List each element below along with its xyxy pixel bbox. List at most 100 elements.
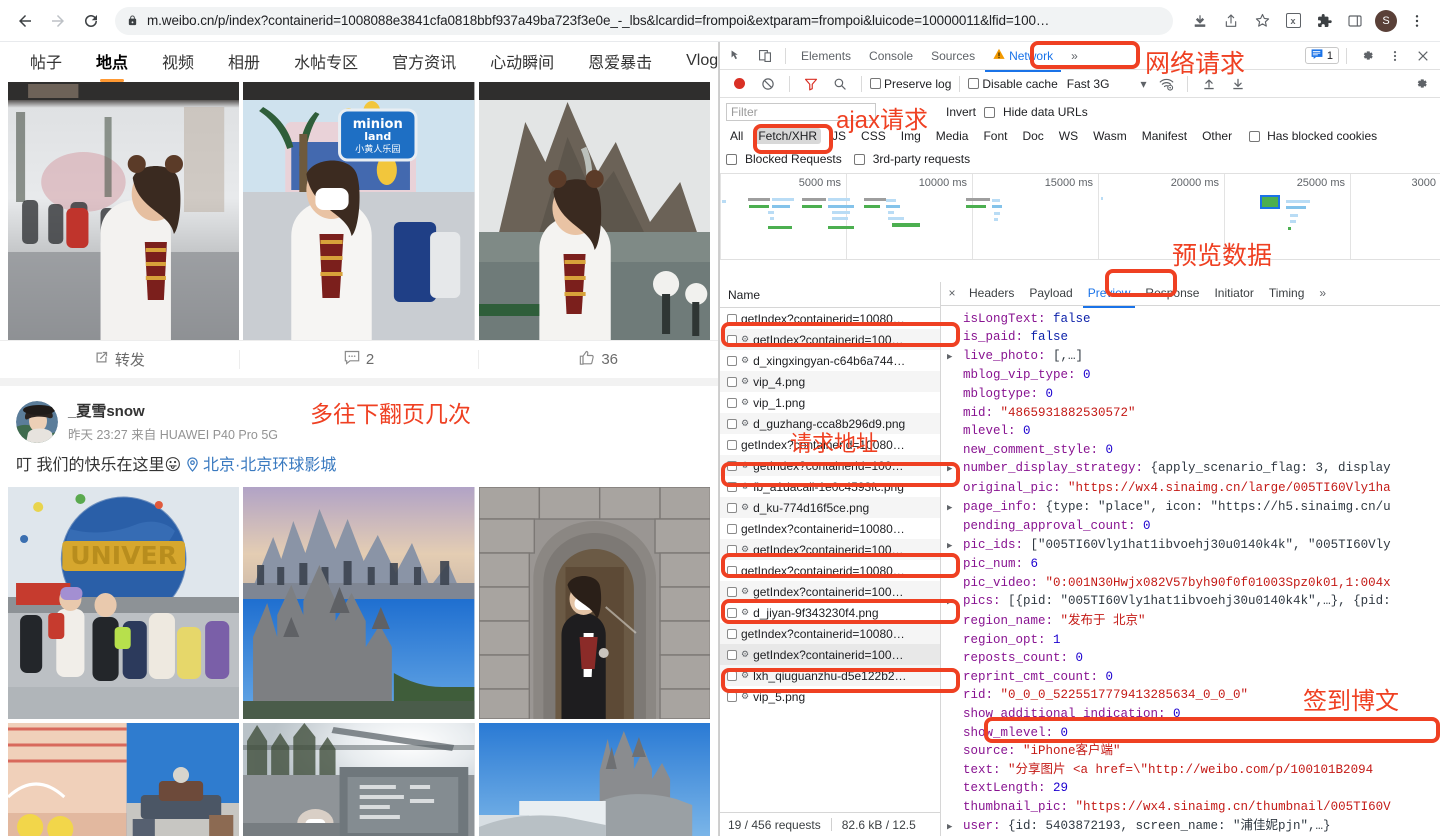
network-overview-timeline[interactable]: 5000 ms 10000 ms 15000 ms 20000 ms 25000… xyxy=(720,174,1440,260)
clear-icon[interactable] xyxy=(755,72,781,96)
request-row[interactable]: ⚙ getIndex?containerid=100… xyxy=(720,455,940,476)
gear-icon[interactable] xyxy=(1354,44,1380,68)
request-checkbox[interactable] xyxy=(727,691,737,702)
post-author-name[interactable]: _夏雪snow xyxy=(68,400,278,421)
request-row[interactable]: ⚙ d_ku-774d16f5ce.png xyxy=(720,497,940,518)
install-app-icon[interactable] xyxy=(1187,8,1213,34)
address-bar[interactable]: m.weibo.cn/p/index?containerid=1008088e3… xyxy=(115,6,1173,35)
request-checkbox[interactable] xyxy=(727,544,737,555)
devtools-tab-elements[interactable]: Elements xyxy=(793,45,859,67)
json-line[interactable]: ▶ live_photo: [,…] xyxy=(947,347,1440,367)
json-line[interactable]: ▶ page_info: {type: "place", icon: "https… xyxy=(947,498,1440,518)
avatar[interactable]: S xyxy=(1373,8,1399,34)
weibo-tab-places[interactable]: 地点 xyxy=(96,49,128,75)
filter-type-doc[interactable]: Doc xyxy=(1018,128,1047,144)
close-icon[interactable] xyxy=(1410,44,1436,68)
preserve-log-checkbox[interactable] xyxy=(870,78,881,89)
request-row[interactable]: ⚙ getIndex?containerid=100… xyxy=(720,581,940,602)
post-image[interactable] xyxy=(8,82,240,340)
json-line[interactable]: ▶ pic_ids: ["005TI60Vly1hat1ibvoehj30u014… xyxy=(947,536,1440,556)
network-settings-gear-icon[interactable] xyxy=(1408,72,1434,96)
detail-tabs-overflow[interactable]: » xyxy=(1312,282,1333,304)
disable-cache-label[interactable]: Disable cache xyxy=(982,77,1057,91)
repost-button[interactable]: 转发 xyxy=(0,349,239,370)
three-dot-menu-icon[interactable] xyxy=(1404,8,1430,34)
request-checkbox[interactable] xyxy=(727,607,737,618)
post-image[interactable] xyxy=(478,82,710,340)
filter-type-all[interactable]: All xyxy=(726,128,747,144)
weibo-tab-love[interactable]: 恩爱暴击 xyxy=(588,49,652,75)
filter-type-media[interactable]: Media xyxy=(932,128,973,144)
request-checkbox[interactable] xyxy=(727,481,737,492)
preserve-log-label[interactable]: Preserve log xyxy=(884,77,951,91)
hide-data-urls-checkbox[interactable] xyxy=(984,106,996,118)
request-row[interactable]: ⚙ vip_1.png xyxy=(720,392,940,413)
weibo-tab-videos[interactable]: 视频 xyxy=(162,49,194,75)
devtools-tab-console[interactable]: Console xyxy=(861,45,921,67)
preview-json-tree[interactable]: isLongText: false is_paid: false ▶ live_pho… xyxy=(941,306,1440,836)
request-checkbox[interactable] xyxy=(727,418,737,429)
detail-tab-response[interactable]: Response xyxy=(1138,282,1206,304)
request-checkbox[interactable] xyxy=(727,628,737,639)
request-checkbox[interactable] xyxy=(727,523,737,534)
detail-tab-payload[interactable]: Payload xyxy=(1022,282,1079,304)
request-row[interactable]: ⚙ d_xingxingyan-c64b6a744… xyxy=(720,350,940,371)
detail-tab-timing[interactable]: Timing xyxy=(1262,282,1312,304)
request-checkbox[interactable] xyxy=(727,460,737,471)
filter-funnel-icon[interactable] xyxy=(798,72,824,96)
expand-triangle-icon[interactable]: ▶ xyxy=(947,537,957,556)
inspect-element-icon[interactable] xyxy=(724,44,750,68)
request-row[interactable]: ⚙ vip_4.png xyxy=(720,371,940,392)
expand-triangle-icon[interactable]: ▶ xyxy=(947,460,957,479)
post-image[interactable]: UNIVER xyxy=(8,487,240,720)
post-image[interactable]: minion land 小黄人乐园 xyxy=(243,82,475,340)
has-blocked-cookies-checkbox[interactable] xyxy=(1249,130,1261,142)
request-list[interactable]: getIndex?containerid=10080… ⚙ getIndex?co… xyxy=(720,308,940,812)
expand-triangle-icon[interactable]: ▶ xyxy=(947,499,957,518)
request-checkbox[interactable] xyxy=(727,439,737,450)
request-row[interactable]: getIndex?containerid=10080… xyxy=(720,518,940,539)
request-checkbox[interactable] xyxy=(727,670,737,681)
filter-type-ws[interactable]: WS xyxy=(1055,128,1082,144)
filter-type-font[interactable]: Font xyxy=(979,128,1011,144)
json-line[interactable]: ▶ user: {id: 5403872193, screen_name: "浦佳… xyxy=(947,817,1440,836)
request-row[interactable]: getIndex?containerid=10080… xyxy=(720,560,940,581)
json-line[interactable]: ▶ number_display_strategy: {apply_scenari… xyxy=(947,459,1440,479)
blocked-requests-checkbox[interactable] xyxy=(726,153,737,165)
detail-tab-headers[interactable]: Headers xyxy=(962,282,1021,304)
post-image[interactable] xyxy=(8,723,240,836)
weibo-tab-posts[interactable]: 帖子 xyxy=(30,49,62,75)
expand-triangle-icon[interactable]: ▶ xyxy=(947,348,957,367)
comment-button[interactable]: 2 xyxy=(238,350,479,369)
request-row[interactable]: getIndex?containerid=10080… xyxy=(720,308,940,329)
request-row[interactable]: ⚙ fb_a1dacall-1e0c4593fc.png xyxy=(720,476,940,497)
filter-type-wasm[interactable]: Wasm xyxy=(1089,128,1131,144)
request-checkbox[interactable] xyxy=(727,313,737,324)
throttling-select[interactable]: Fast 3G ▾ xyxy=(1067,77,1147,91)
request-row[interactable]: ⚙ lxh_qiuguanzhu-d5e122b2… xyxy=(720,665,940,686)
devtools-tab-network[interactable]: Network xyxy=(985,44,1062,72)
json-line[interactable]: ▶ pics: [{pid: "005TI60Vly1hat1ibvoehj30u… xyxy=(947,592,1440,612)
request-row[interactable]: ⚙ vip_5.png xyxy=(720,686,940,707)
blocked-requests-label[interactable]: Blocked Requests xyxy=(745,152,842,166)
back-arrow-icon[interactable] xyxy=(10,6,40,36)
request-checkbox[interactable] xyxy=(727,649,737,660)
post-image[interactable] xyxy=(243,487,475,720)
weibo-tab-albums[interactable]: 相册 xyxy=(228,49,260,75)
filter-type-fetch-xhr[interactable]: Fetch/XHR xyxy=(754,128,822,144)
extensions-puzzle-icon[interactable] xyxy=(1311,8,1337,34)
request-checkbox[interactable] xyxy=(727,355,737,366)
filter-type-manifest[interactable]: Manifest xyxy=(1138,128,1191,144)
request-checkbox[interactable] xyxy=(727,334,737,345)
request-checkbox[interactable] xyxy=(727,376,737,387)
share-icon[interactable] xyxy=(1218,8,1244,34)
request-checkbox[interactable] xyxy=(727,502,737,513)
detail-tab-initiator[interactable]: Initiator xyxy=(1207,282,1260,304)
hide-data-urls-label[interactable]: Hide data URLs xyxy=(1003,105,1088,119)
filter-type-other[interactable]: Other xyxy=(1198,128,1236,144)
disable-cache-checkbox[interactable] xyxy=(968,78,980,89)
search-icon[interactable] xyxy=(827,72,853,96)
close-detail-icon[interactable]: × xyxy=(943,286,961,300)
third-party-requests-checkbox[interactable] xyxy=(853,153,865,165)
weibo-tab-vlog[interactable]: Vlog xyxy=(686,52,718,72)
